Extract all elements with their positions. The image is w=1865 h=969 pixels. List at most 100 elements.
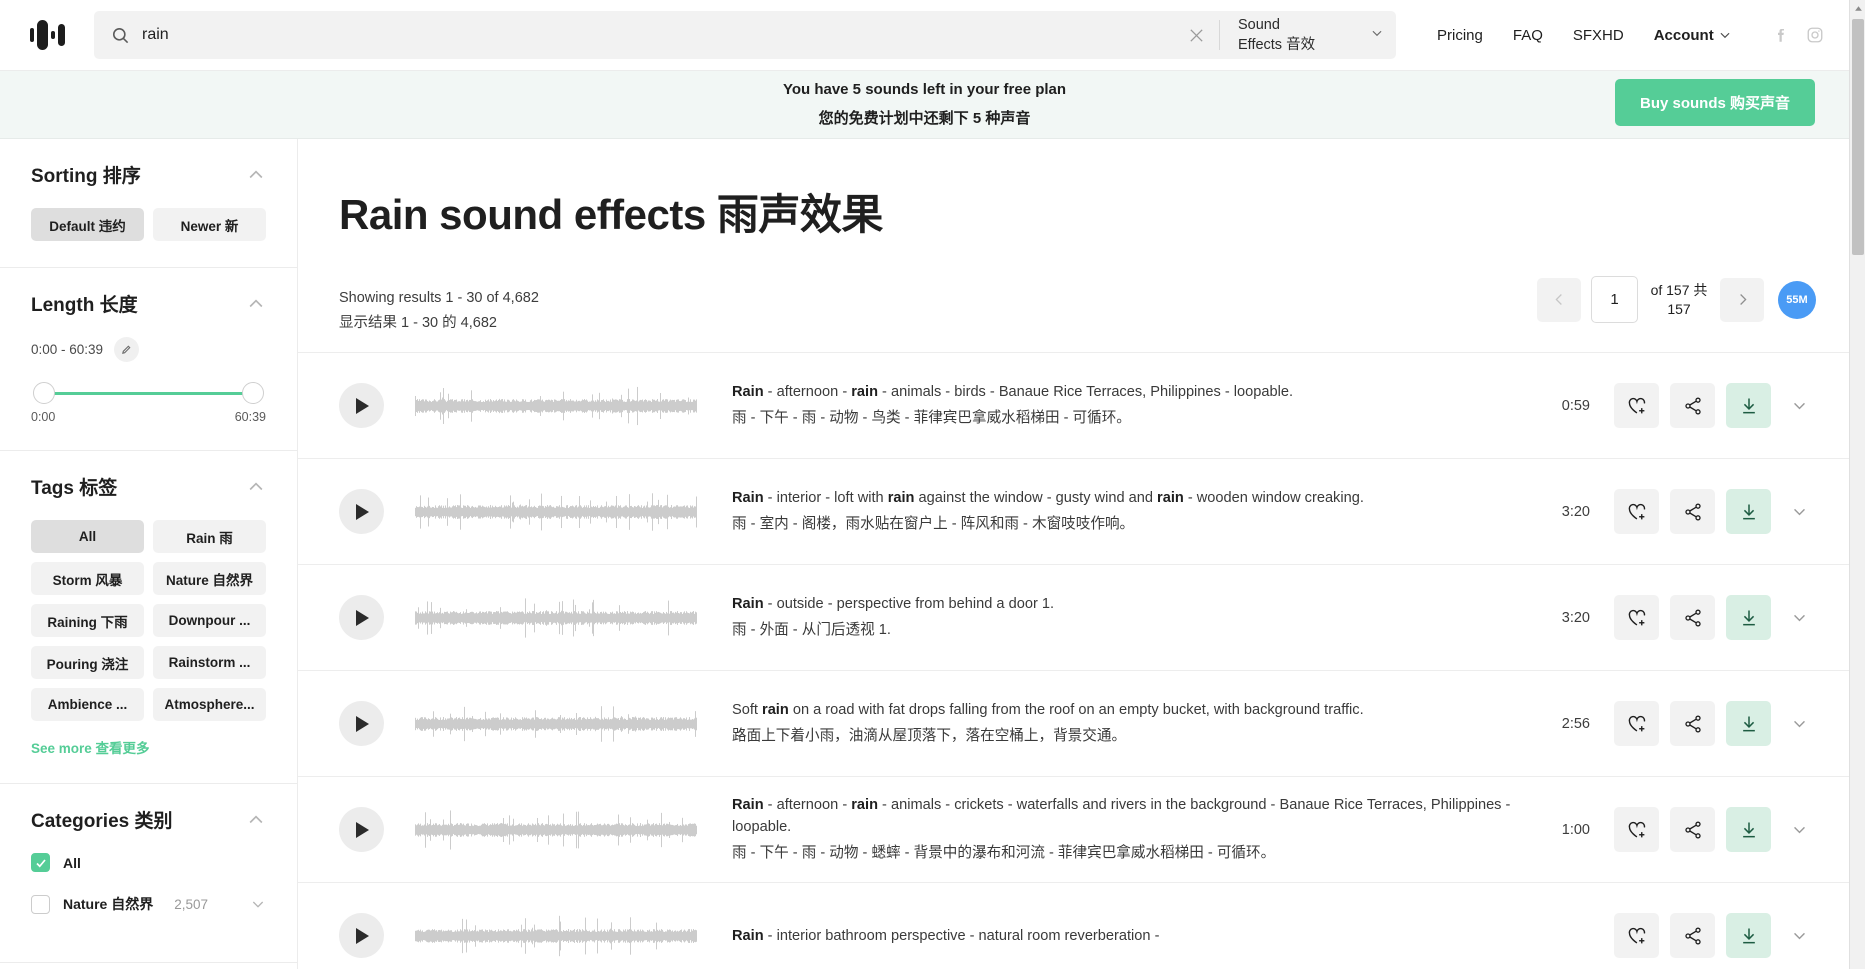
heart-plus-icon[interactable] bbox=[1614, 489, 1659, 534]
slider-knob-max[interactable] bbox=[242, 382, 264, 404]
tag-rainstorm[interactable]: Rainstorm ... bbox=[153, 646, 266, 679]
scrollbar-thumb[interactable] bbox=[1852, 19, 1864, 255]
row-actions bbox=[1614, 913, 1816, 958]
tags-see-more-link[interactable]: See more 查看更多 bbox=[31, 737, 266, 757]
play-button[interactable] bbox=[339, 595, 384, 640]
search-category-selector[interactable]: Sound Effects 音效 bbox=[1220, 11, 1396, 59]
share-icon[interactable] bbox=[1670, 489, 1715, 534]
download-icon[interactable] bbox=[1726, 383, 1771, 428]
results-list: Rain - afternoon - rain - animals - bird… bbox=[298, 352, 1849, 969]
table-row[interactable]: Soft rain on a road with fat drops falli… bbox=[298, 670, 1849, 776]
chevron-down-icon bbox=[1370, 26, 1384, 45]
share-icon[interactable] bbox=[1670, 807, 1715, 852]
table-row[interactable]: Rain - afternoon - rain - animals - cric… bbox=[298, 776, 1849, 882]
share-icon[interactable] bbox=[1670, 913, 1715, 958]
share-icon[interactable] bbox=[1670, 701, 1715, 746]
sound-count-badge[interactable]: 55M bbox=[1778, 281, 1816, 319]
share-icon[interactable] bbox=[1670, 595, 1715, 640]
share-icon[interactable] bbox=[1670, 383, 1715, 428]
chevron-down-icon[interactable] bbox=[1782, 383, 1816, 428]
pagination-next-button[interactable] bbox=[1720, 278, 1764, 322]
slider-knob-min[interactable] bbox=[33, 382, 55, 404]
waveform-icon[interactable] bbox=[415, 488, 697, 536]
pagination-page-input[interactable]: 1 bbox=[1591, 276, 1638, 323]
chevron-down-icon[interactable] bbox=[1782, 701, 1816, 746]
waveform-icon[interactable] bbox=[415, 912, 697, 960]
play-button[interactable] bbox=[339, 701, 384, 746]
heart-plus-icon[interactable] bbox=[1614, 595, 1659, 640]
tag-raining[interactable]: Raining 下雨 bbox=[31, 604, 144, 637]
waveform-icon[interactable] bbox=[415, 382, 697, 430]
download-icon[interactable] bbox=[1726, 595, 1771, 640]
main-content: Rain sound effects 雨声效果 Showing results … bbox=[298, 139, 1849, 969]
table-row[interactable]: Rain - outside - perspective from behind… bbox=[298, 564, 1849, 670]
tag-atmosphere[interactable]: Atmosphere... bbox=[153, 688, 266, 721]
tag-pouring[interactable]: Pouring 浇注 bbox=[31, 646, 144, 679]
heart-plus-icon[interactable] bbox=[1614, 913, 1659, 958]
category-item-nature[interactable]: Nature 自然界 2,507 bbox=[31, 894, 266, 914]
search-input[interactable] bbox=[142, 11, 1173, 59]
length-range-row: 0:00 - 60:39 bbox=[31, 337, 266, 362]
play-button[interactable] bbox=[339, 383, 384, 428]
scrollbar-up-arrow-icon[interactable] bbox=[1850, 0, 1865, 17]
length-panel-header: Length 长度 bbox=[31, 290, 266, 317]
play-button[interactable] bbox=[339, 807, 384, 852]
table-row[interactable]: Rain - interior bathroom perspective - n… bbox=[298, 882, 1849, 969]
tag-storm[interactable]: Storm 风暴 bbox=[31, 562, 144, 595]
waveform-icon[interactable] bbox=[415, 806, 697, 854]
facebook-icon[interactable] bbox=[1772, 26, 1790, 44]
download-icon[interactable] bbox=[1726, 701, 1771, 746]
edit-length-pencil-icon[interactable] bbox=[114, 337, 139, 362]
nav-item-account[interactable]: Account bbox=[1639, 27, 1718, 44]
download-icon[interactable] bbox=[1726, 913, 1771, 958]
tag-downpour[interactable]: Downpour ... bbox=[153, 604, 266, 637]
sorting-title: Sorting 排序 bbox=[31, 161, 141, 188]
result-description: Rain - interior bathroom perspective - n… bbox=[732, 925, 1538, 947]
nav-item-faq[interactable]: FAQ bbox=[1498, 27, 1558, 44]
chevron-down-icon[interactable] bbox=[1782, 595, 1816, 640]
nav-item-pricing[interactable]: Pricing bbox=[1422, 27, 1498, 44]
buy-sounds-button[interactable]: Buy sounds 购买声音 bbox=[1615, 79, 1815, 126]
play-button[interactable] bbox=[339, 913, 384, 958]
tags-collapse-chevron-up-icon[interactable] bbox=[246, 477, 266, 497]
length-collapse-chevron-up-icon[interactable] bbox=[246, 294, 266, 314]
waveform-icon[interactable] bbox=[415, 700, 697, 748]
heart-plus-icon[interactable] bbox=[1614, 701, 1659, 746]
tag-ambience[interactable]: Ambience ... bbox=[31, 688, 144, 721]
slider-track bbox=[45, 392, 252, 395]
chevron-down-icon[interactable] bbox=[1782, 807, 1816, 852]
categories-collapse-chevron-up-icon[interactable] bbox=[246, 810, 266, 830]
download-icon[interactable] bbox=[1726, 807, 1771, 852]
length-range-slider[interactable] bbox=[33, 382, 264, 404]
sorting-collapse-chevron-up-icon[interactable] bbox=[246, 165, 266, 185]
account-chevron-down-icon[interactable] bbox=[1718, 28, 1748, 42]
chevron-down-icon[interactable] bbox=[1782, 489, 1816, 534]
category-item-all[interactable]: All bbox=[31, 853, 266, 872]
banner-line-cn: 您的免费计划中还剩下 5 种声音 bbox=[0, 107, 1849, 128]
table-row[interactable]: Rain - afternoon - rain - animals - bird… bbox=[298, 352, 1849, 458]
category-checkbox-all[interactable] bbox=[31, 853, 50, 872]
chevron-down-icon[interactable] bbox=[1782, 913, 1816, 958]
tag-all[interactable]: All bbox=[31, 520, 144, 553]
waveform-icon[interactable] bbox=[415, 594, 697, 642]
app-logo[interactable] bbox=[0, 0, 94, 71]
play-button[interactable] bbox=[339, 489, 384, 534]
row-actions bbox=[1614, 489, 1816, 534]
category-expand-chevron-down-icon[interactable] bbox=[250, 896, 266, 912]
table-row[interactable]: Rain - interior - loft with rain against… bbox=[298, 458, 1849, 564]
tag-rain[interactable]: Rain 雨 bbox=[153, 520, 266, 553]
clear-search-icon[interactable] bbox=[1173, 11, 1219, 59]
download-icon[interactable] bbox=[1726, 489, 1771, 534]
instagram-icon[interactable] bbox=[1806, 26, 1824, 44]
sort-option-newer[interactable]: Newer 新 bbox=[153, 208, 266, 241]
heart-plus-icon[interactable] bbox=[1614, 807, 1659, 852]
nav-item-sfxhd[interactable]: SFXHD bbox=[1558, 27, 1639, 44]
pagination-prev-button[interactable] bbox=[1537, 278, 1581, 322]
category-checkbox-nature[interactable] bbox=[31, 895, 50, 914]
tag-nature[interactable]: Nature 自然界 bbox=[153, 562, 266, 595]
sort-option-default[interactable]: Default 违约 bbox=[31, 208, 144, 241]
heart-plus-icon[interactable] bbox=[1614, 383, 1659, 428]
sorting-panel-header: Sorting 排序 bbox=[31, 161, 266, 188]
page-scrollbar[interactable] bbox=[1849, 0, 1865, 969]
result-description: Rain - interior - loft with rain against… bbox=[732, 487, 1538, 536]
